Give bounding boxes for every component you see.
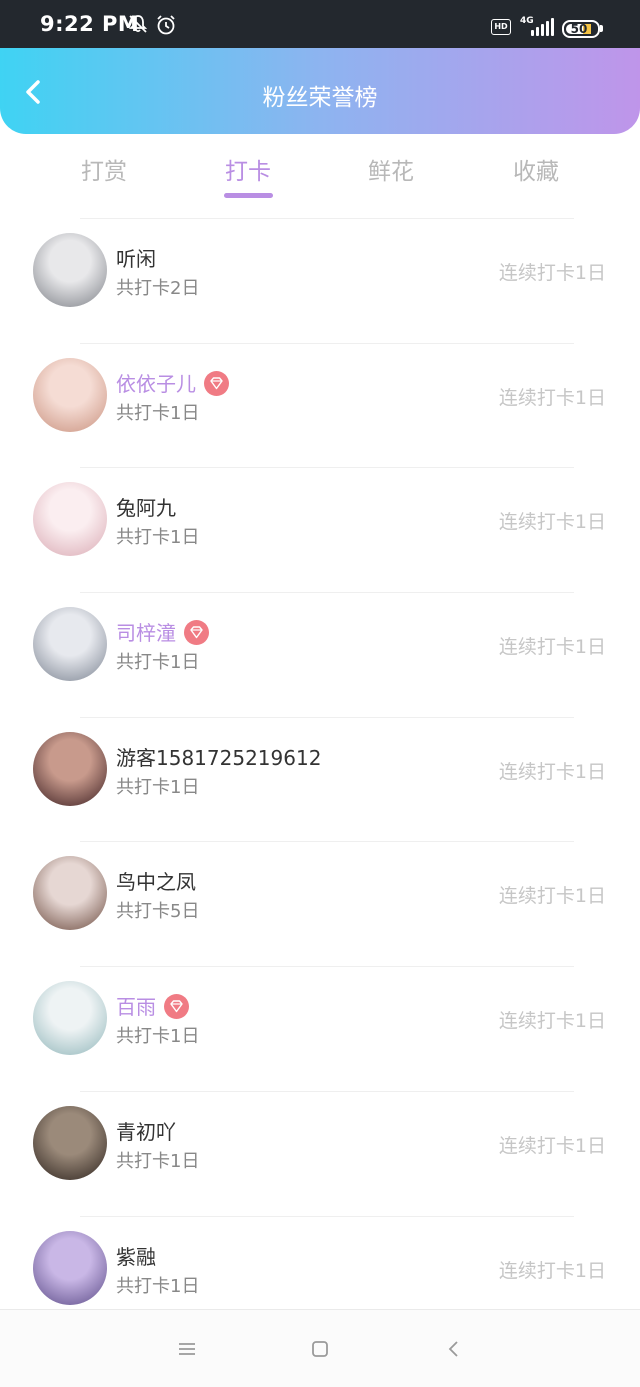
tab-bar: 打赏 打卡 鲜花 收藏 <box>0 134 640 214</box>
streak-checkins: 连续打卡1日 <box>498 1259 606 1282</box>
fan-name: 游客1581725219612 <box>116 742 321 771</box>
list-item[interactable]: 鸟中之凤 共打卡5日 连续打卡1日 <box>0 841 640 966</box>
divider <box>80 841 574 843</box>
list-item[interactable]: 兔阿九 共打卡1日 连续打卡1日 <box>0 467 640 592</box>
page-title: 粉丝荣誉榜 <box>262 85 378 111</box>
fan-name: 青初吖 <box>116 1116 176 1145</box>
divider <box>80 1215 574 1217</box>
streak-checkins: 连续打卡1日 <box>498 1010 606 1033</box>
streak-checkins: 连续打卡1日 <box>498 760 606 783</box>
total-checkins: 共打卡1日 <box>116 1150 200 1172</box>
list-item[interactable]: 司梓潼 共打卡1日 连续打卡1日 <box>0 592 640 717</box>
fan-name-text: 司梓潼 <box>116 621 176 646</box>
divider <box>80 592 574 594</box>
fan-name: 兔阿九 <box>116 492 176 521</box>
back-chevron-icon[interactable] <box>443 1338 465 1360</box>
menu-icon[interactable] <box>176 1338 198 1360</box>
vip-diamond-icon <box>204 370 229 396</box>
divider <box>80 716 574 718</box>
total-checkins: 共打卡1日 <box>116 776 200 798</box>
avatar <box>33 357 107 432</box>
fan-name-text: 依依子儿 <box>116 371 196 396</box>
active-tab-indicator <box>224 193 273 198</box>
signal-icon <box>531 18 554 36</box>
avatar <box>33 1230 107 1305</box>
streak-checkins: 连续打卡1日 <box>498 636 606 659</box>
bell-muted-icon <box>128 15 148 33</box>
avatar <box>33 1105 107 1180</box>
streak-checkins: 连续打卡1日 <box>498 885 606 908</box>
fan-name-text: 青初吖 <box>116 1119 176 1144</box>
divider <box>80 342 574 344</box>
header: 粉丝荣誉榜 <box>0 48 640 134</box>
total-checkins: 共打卡5日 <box>116 901 200 923</box>
battery-level: 50 <box>570 22 588 36</box>
streak-checkins: 连续打卡1日 <box>498 262 606 284</box>
list-item[interactable]: 听闲 共打卡2日 连续打卡1日 <box>0 218 640 343</box>
total-checkins: 共打卡1日 <box>116 1026 200 1048</box>
fan-name-text: 紫融 <box>116 1244 156 1269</box>
fan-name-text: 百雨 <box>116 995 156 1020</box>
total-checkins: 共打卡1日 <box>116 1275 200 1297</box>
total-checkins: 共打卡1日 <box>116 652 200 674</box>
total-checkins: 共打卡1日 <box>116 402 200 424</box>
fan-name-text: 鸟中之凤 <box>116 870 196 895</box>
tab-favorites[interactable]: 收藏 <box>476 152 596 186</box>
system-nav-bar <box>0 1309 640 1387</box>
divider <box>80 218 574 219</box>
fan-name: 听闲 <box>116 243 156 272</box>
list-item[interactable]: 百雨 共打卡1日 连续打卡1日 <box>0 966 640 1091</box>
fan-name: 紫融 <box>116 1241 156 1270</box>
home-square-icon[interactable] <box>309 1338 331 1360</box>
fan-name: 百雨 <box>116 991 189 1021</box>
fan-name: 依依子儿 <box>116 368 229 398</box>
list-item[interactable]: 青初吖 共打卡1日 连续打卡1日 <box>0 1090 640 1216</box>
fan-name-text: 听闲 <box>116 247 156 271</box>
hd-badge: HD <box>491 19 511 35</box>
divider <box>80 966 574 968</box>
battery-icon: 50 <box>562 20 600 38</box>
tab-reward[interactable]: 打赏 <box>44 152 164 186</box>
total-checkins: 共打卡1日 <box>116 527 200 549</box>
avatar <box>33 233 107 307</box>
vip-diamond-icon <box>184 620 209 646</box>
avatar <box>33 607 107 682</box>
divider <box>80 1090 574 1092</box>
avatar <box>33 482 107 557</box>
tab-flowers[interactable]: 鲜花 <box>331 152 451 186</box>
tab-checkin[interactable]: 打卡 <box>188 152 308 186</box>
streak-checkins: 连续打卡1日 <box>498 1134 606 1157</box>
status-bar: 9:22 PM HD 4G 50 <box>0 0 640 48</box>
streak-checkins: 连续打卡1日 <box>498 386 606 409</box>
fan-name-text: 兔阿九 <box>116 496 176 521</box>
alarm-icon <box>157 15 175 35</box>
battery-tip <box>600 25 603 32</box>
fan-name: 鸟中之凤 <box>116 866 196 895</box>
fan-name: 司梓潼 <box>116 617 209 647</box>
vip-diamond-icon <box>164 994 189 1020</box>
divider <box>80 467 574 469</box>
avatar <box>33 731 107 806</box>
list-item[interactable]: 依依子儿 共打卡1日 连续打卡1日 <box>0 342 640 468</box>
status-time: 9:22 PM <box>40 12 140 36</box>
page: 9:22 PM HD 4G 50 粉丝荣誉榜 打赏 打卡 鲜花 收藏 听闲 共打… <box>0 0 640 1387</box>
fan-name-text: 游客1581725219612 <box>116 745 322 770</box>
avatar <box>33 856 107 931</box>
avatar <box>33 981 107 1056</box>
total-checkins: 共打卡2日 <box>116 278 200 299</box>
list-item[interactable]: 游客1581725219612 共打卡1日 连续打卡1日 <box>0 716 640 842</box>
streak-checkins: 连续打卡1日 <box>498 511 606 534</box>
fan-list: 听闲 共打卡2日 连续打卡1日 依依子儿 共打卡1日 连续打卡1日 兔阿九 共打… <box>0 218 640 1340</box>
